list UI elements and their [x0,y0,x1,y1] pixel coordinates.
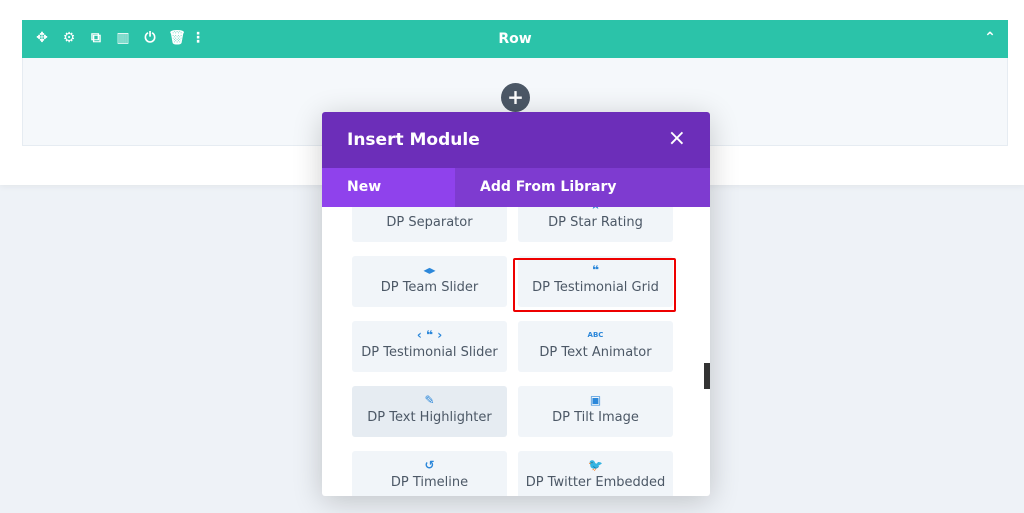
module-icon: – [352,207,507,211]
modal-header: Insert Module × [322,112,710,168]
module-icon: ‹ ❝ › [416,328,443,342]
module-item[interactable]: ‹ ❝ › DP Testimonial Slider [352,321,507,372]
module-item[interactable]: 🐦 DP Twitter Embedded [518,451,673,496]
tab-new-module[interactable]: New Module [322,168,455,234]
module-icon: ◂▸ [423,263,436,277]
module-item[interactable]: ▣ DP Tilt Image [518,386,673,437]
module-label: DP Timeline [390,475,469,490]
tab-add-from-library[interactable]: Add From Library [455,168,642,207]
row-toolbar: ✥ ⚙ ⧉ ▥ ⏻ 🗑 ⋮ Row ⌃ [22,20,1008,58]
module-item[interactable]: ABC DP Text Animator [518,321,673,372]
module-icon: 🐦 [588,458,603,472]
row-title: Row [498,31,532,47]
close-icon[interactable]: × [668,126,686,151]
module-label: DP Separator [386,215,473,230]
module-icon: ▣ [589,393,602,407]
add-module-button[interactable]: + [501,83,530,112]
module-label: DP Star Rating [548,215,643,230]
module-item[interactable]: ↺ DP Timeline [352,451,507,496]
module-icon: ★ [518,207,673,211]
module-icon: ✎ [424,393,435,407]
module-label: DP Team Slider [380,280,479,295]
module-item[interactable]: ◂▸ DP Team Slider [352,256,507,307]
module-icon: ↺ [424,458,435,472]
chevron-up-icon[interactable]: ⌃ [982,30,998,46]
module-label: DP Text Highlighter [367,410,492,425]
module-item[interactable]: ★ DP Star Rating [518,207,673,242]
modal-tabs: New Module Add From Library [322,168,710,234]
module-label: DP Tilt Image [552,410,639,425]
module-icon: ABC [587,331,604,339]
module-item[interactable]: ✎ DP Text Highlighter [352,386,507,437]
module-label: DP Testimonial Slider [361,345,498,360]
modal-title: Insert Module [347,130,480,150]
selection-highlight [513,258,676,312]
module-label: DP Text Animator [539,345,652,360]
module-item[interactable]: – DP Separator [352,207,507,242]
module-label: DP Twitter Embedded [525,475,666,490]
scrollbar-thumb[interactable] [704,363,710,389]
module-list[interactable]: – DP Separator ★ DP Star Rating ◂▸ DP Team Sl… [322,207,710,496]
